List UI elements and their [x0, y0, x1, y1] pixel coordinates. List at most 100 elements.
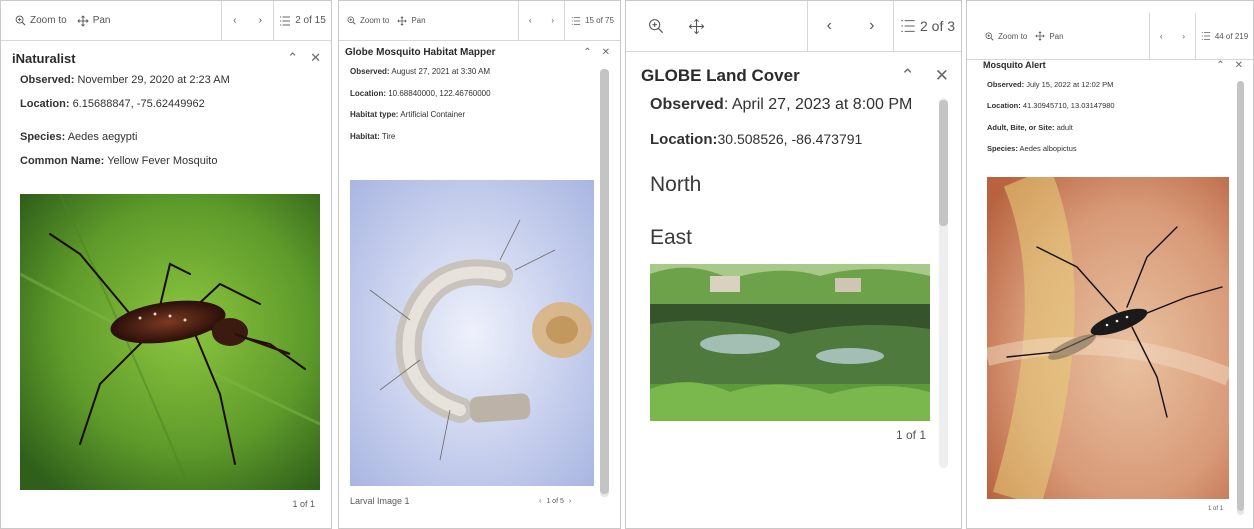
popup-title: Mosquito Alert — [983, 60, 1046, 70]
pan-button[interactable]: Pan — [397, 15, 426, 26]
chevron-up-icon[interactable]: ⌃ — [287, 50, 298, 66]
popup-panel-habitat-mapper: Zoom to Pan ‹ › 15 of 75 Globe Mosquito … — [338, 0, 621, 529]
zoom-to-icon — [985, 32, 994, 41]
pan-icon — [77, 14, 89, 27]
image-page-indicator: 1 of 5 — [546, 498, 564, 505]
chevron-right-icon[interactable]: › — [863, 17, 880, 35]
scrollbar[interactable] — [600, 69, 609, 497]
close-icon[interactable]: ✕ — [310, 50, 321, 66]
pan-button[interactable]: Pan — [77, 14, 111, 27]
image-page-indicator: 1 of 1 — [1207, 506, 1223, 512]
chevron-right-icon[interactable]: › — [253, 15, 268, 26]
feature-count-button[interactable]: 15 of 75 — [564, 1, 620, 40]
pan-icon — [397, 15, 408, 26]
field-observed: Observed: April 27, 2023 at 8:00 PM — [650, 96, 913, 113]
field-habitat: Habitat: Tire — [350, 132, 396, 141]
feature-count: 44 of 219 — [1214, 31, 1249, 41]
field-common-name: Common Name: Yellow Fever Mosquito — [20, 155, 218, 167]
popup-toolbar: Zoom to Pan ‹ › 15 of 75 — [339, 1, 620, 41]
popup-toolbar: Zoom to Pan ‹ › 44 of 219 — [967, 13, 1253, 60]
feature-navigation: ‹ › — [1149, 13, 1195, 59]
feature-list-icon — [571, 16, 581, 25]
scrollbar[interactable] — [939, 98, 948, 468]
chevron-up-icon[interactable]: ⌃ — [1216, 60, 1224, 71]
field-adult-bite-site: Adult, Bite, or Site: adult — [987, 123, 1073, 132]
field-location: Location: 10.68840000, 122.46760000 — [350, 89, 491, 98]
chevron-left-icon[interactable]: ‹ — [227, 15, 242, 26]
popup-title: Globe Mosquito Habitat Mapper — [345, 46, 496, 58]
scrollbar-thumb[interactable] — [600, 69, 609, 494]
chevron-right-icon[interactable]: › — [569, 498, 571, 505]
chevron-right-icon[interactable]: › — [1176, 32, 1191, 41]
feature-navigation: ‹ › — [518, 1, 564, 40]
feature-list-icon — [280, 16, 291, 25]
direction-heading-north: North — [650, 173, 702, 196]
zoom-to-button[interactable]: Zoom to — [347, 16, 389, 25]
zoom-to-label: Zoom to — [30, 15, 67, 26]
field-species: Species: Aedes aegypti — [20, 131, 138, 143]
larval-photo[interactable] — [350, 180, 594, 486]
pan-label: Pan — [1049, 31, 1064, 41]
chevron-left-icon[interactable]: ‹ — [539, 498, 541, 505]
zoom-to-label: Zoom to — [998, 31, 1028, 41]
pan-button[interactable]: Pan — [1035, 31, 1064, 41]
zoom-to-icon — [649, 19, 664, 34]
close-icon[interactable]: ✕ — [1235, 60, 1243, 71]
direction-heading-east: East — [650, 226, 693, 249]
feature-count-button[interactable]: 44 of 219 — [1195, 13, 1253, 59]
image-caption: Larval Image 1 — [350, 496, 410, 506]
feature-count: 2 of 15 — [295, 15, 326, 26]
pan-label: Pan — [411, 16, 426, 25]
zoom-to-icon — [15, 15, 26, 26]
field-location: Location: 41.30945710, 13.03147980 — [987, 101, 1115, 110]
field-observed: Observed: November 29, 2020 at 2:23 AM — [20, 74, 230, 86]
chevron-up-icon[interactable]: ⌃ — [583, 47, 591, 58]
feature-navigation: ‹ › — [221, 1, 273, 40]
feature-count: 15 of 75 — [585, 16, 614, 25]
feature-list-icon — [1201, 32, 1210, 40]
chevron-left-icon[interactable]: ‹ — [821, 17, 838, 35]
pan-icon — [1035, 31, 1046, 41]
image-page-indicator: 1 of 1 — [292, 499, 315, 509]
popup-title: iNaturalist — [12, 50, 76, 66]
zoom-to-label: Zoom to — [360, 16, 390, 25]
chevron-right-icon[interactable]: › — [545, 16, 560, 25]
zoom-to-button[interactable]: Zoom to — [985, 32, 1027, 41]
field-observed: Observed: August 27, 2021 at 3:30 AM — [350, 67, 491, 76]
popup-toolbar: Zoom to Pan ‹ › 2 of 15 — [1, 1, 331, 41]
pan-icon — [688, 18, 705, 34]
scrollbar-thumb[interactable] — [1237, 81, 1244, 511]
close-icon[interactable]: ✕ — [602, 47, 610, 58]
image-page-indicator: 1 of 1 — [895, 428, 926, 442]
observation-photo[interactable] — [20, 194, 320, 490]
scrollbar[interactable] — [1237, 81, 1244, 515]
feature-count-button[interactable]: 2 of 15 — [273, 1, 331, 40]
pan-button[interactable] — [688, 18, 705, 35]
mosquito-photo[interactable] — [987, 177, 1229, 499]
feature-count-button[interactable]: 2 of 3 — [893, 1, 961, 51]
chevron-left-icon[interactable]: ‹ — [523, 16, 538, 25]
zoom-to-icon — [347, 16, 356, 25]
field-habitat-type: Habitat type: Artificial Container — [350, 110, 466, 119]
image-pager: ‹ 1 of 5 › — [539, 498, 571, 505]
field-location: Location:30.508526, -86.473791 — [650, 131, 863, 148]
zoom-to-button[interactable] — [648, 18, 664, 34]
popup-panel-mosquito-alert: Zoom to Pan ‹ › 44 of 219 Mosquito Alert… — [966, 0, 1254, 529]
chevron-up-icon[interactable]: ⌃ — [901, 66, 915, 86]
field-observed: Observed: July 15, 2022 at 12:02 PM — [987, 80, 1114, 89]
popup-panel-land-cover: ‹ › 2 of 3 GLOBE Land Cover ⌃ ✕ Observed… — [625, 0, 962, 529]
field-species: Species: Aedes albopictus — [987, 144, 1077, 153]
popup-panel-inaturalist: Zoom to Pan ‹ › 2 of 15 iNaturalist ⌃ ✕ … — [0, 0, 332, 529]
feature-list-icon — [901, 20, 915, 32]
close-icon[interactable]: ✕ — [935, 66, 949, 86]
field-location: Location: 6.15688847, -75.62449962 — [20, 98, 205, 110]
feature-navigation: ‹ › — [807, 1, 893, 51]
popup-title: GLOBE Land Cover — [641, 66, 800, 85]
scrollbar-thumb[interactable] — [939, 100, 948, 226]
popup-toolbar: ‹ › 2 of 3 — [626, 1, 961, 52]
zoom-to-button[interactable]: Zoom to — [15, 15, 67, 26]
chevron-left-icon[interactable]: ‹ — [1154, 32, 1169, 41]
feature-count: 2 of 3 — [919, 18, 956, 34]
pan-label: Pan — [92, 15, 111, 26]
land-cover-photo[interactable] — [650, 264, 930, 421]
